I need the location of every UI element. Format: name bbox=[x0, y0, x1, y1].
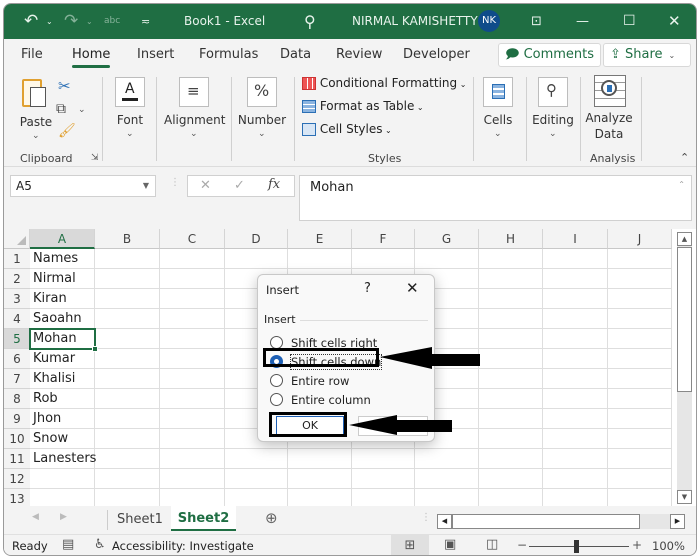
annotation-arrows bbox=[349, 347, 480, 435]
next-sheet-icon[interactable]: ▶ bbox=[60, 512, 67, 522]
prev-sheet-icon[interactable]: ◀ bbox=[32, 512, 39, 522]
zoom-in-button[interactable]: + bbox=[632, 538, 642, 552]
zoom-level[interactable]: 100% bbox=[652, 539, 685, 553]
horizontal-scrollbar[interactable]: ◀ ▶ bbox=[437, 514, 685, 529]
arrow-shift-down bbox=[380, 347, 480, 369]
sheet-tab-bar: ◀ ▶ Sheet1 Sheet2 ⊕ ⋮ ◀ ▶ bbox=[4, 506, 696, 534]
zoom-slider-thumb[interactable] bbox=[574, 540, 579, 553]
add-sheet-icon[interactable]: ⊕ bbox=[265, 509, 278, 527]
accessibility-status[interactable]: Accessibility: Investigate bbox=[112, 539, 254, 553]
zoom-out-button[interactable]: − bbox=[517, 538, 527, 552]
page-break-view-icon[interactable]: ◫ bbox=[486, 537, 498, 552]
fill-handle[interactable] bbox=[92, 346, 98, 352]
page-layout-view-icon[interactable]: ▣ bbox=[444, 537, 456, 552]
ready-status: Ready bbox=[12, 539, 48, 553]
sheet-tab-sheet1[interactable]: Sheet1 bbox=[117, 512, 163, 527]
zoom-slider[interactable] bbox=[529, 546, 629, 547]
arrow-ok bbox=[349, 415, 452, 435]
status-bar: Ready ▤ ♿ Accessibility: Investigate ⊞ ▣… bbox=[4, 534, 696, 555]
macro-record-icon[interactable]: ▤ bbox=[62, 537, 74, 552]
sheet-tab-sheet2[interactable]: Sheet2 bbox=[171, 506, 236, 531]
horizontal-scroll-thumb[interactable] bbox=[452, 514, 640, 529]
cell-A5[interactable]: Mohan bbox=[29, 328, 98, 352]
scroll-left-button[interactable]: ◀ bbox=[437, 514, 452, 529]
scroll-right-button[interactable]: ▶ bbox=[670, 514, 685, 529]
accessibility-icon[interactable]: ♿ bbox=[94, 537, 106, 552]
excel-window: ↶ ⌄ ↷ ⌄ abc ≂ Book1 - Excel ⚲ NIRMAL KAM… bbox=[3, 3, 697, 556]
normal-view-button[interactable]: ⊞ bbox=[391, 535, 429, 555]
